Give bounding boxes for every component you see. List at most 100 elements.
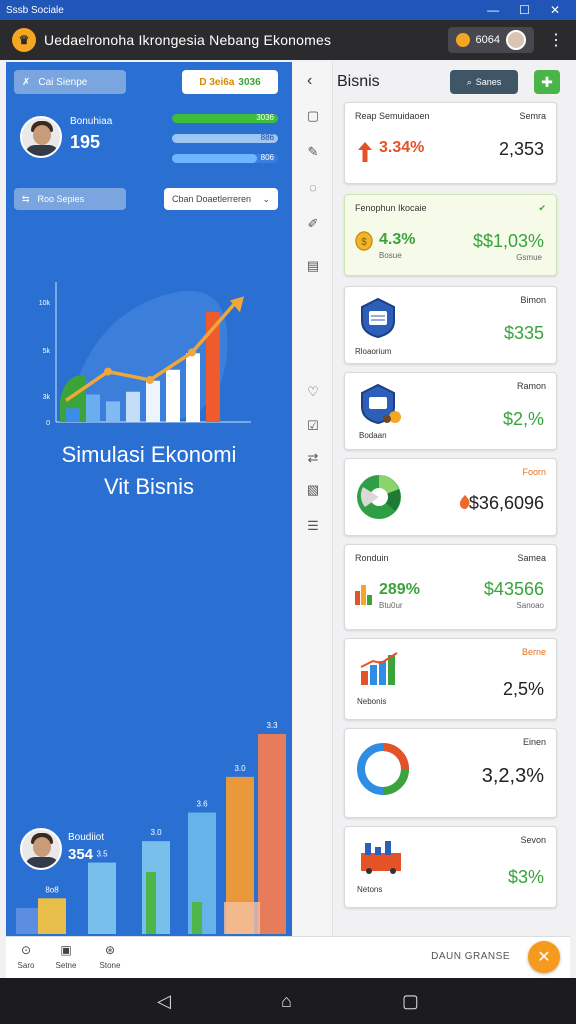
score-prefix: D 3ei6a [199, 76, 235, 88]
user-avatar[interactable] [506, 30, 526, 50]
coin-icon: $ [355, 231, 373, 256]
bar-chart-bottom: 8o8 3.5 3.0 3.6 3.0 3.3 [16, 721, 286, 934]
bottom-toolbar: ⊙ Saro ▣ Setne ⊛ Stone DAUN GRANSE ✕ [6, 936, 570, 978]
panel-icon[interactable]: ▤ [305, 258, 321, 274]
trend-point [146, 376, 154, 384]
card-caption: Rloaorium [355, 347, 392, 356]
bottom-item-label: Stone [99, 961, 121, 970]
back-button[interactable]: ✗ Cai Sienpe [14, 70, 126, 94]
arrow-up-icon [357, 141, 373, 168]
metric-card-8[interactable]: Einen 3,2,3% [344, 728, 557, 818]
close-fab-button[interactable]: ✕ [528, 941, 560, 973]
card-percent: 4.3% [379, 231, 416, 248]
minimize-button[interactable]: — [487, 3, 499, 17]
bottom-item-stone[interactable]: ⊛ Stone [90, 943, 130, 970]
list-icon[interactable]: ☰ [305, 518, 321, 534]
close-button[interactable]: ✕ [550, 3, 560, 17]
profile-avatar[interactable] [20, 116, 62, 158]
y-tick-label: 0 [46, 420, 50, 427]
heart-icon[interactable]: ♡ [305, 384, 321, 400]
app-header: ♛ Uedaelronoha Ikrongesia Nebang Ekonome… [0, 20, 576, 60]
pen-icon[interactable]: ✐ [305, 216, 321, 232]
search-button[interactable]: ⌕ Sanes [450, 70, 518, 94]
collapse-icon[interactable]: ‹ [307, 72, 312, 90]
target-icon: ⊙ [20, 943, 32, 957]
inner-stripe [192, 902, 202, 934]
card-caption: Bodaan [359, 431, 387, 440]
metric-card-4[interactable]: Ramon Bodaan $2,% [344, 372, 557, 450]
profile2-label: Boudiiot [68, 832, 105, 843]
stat-bar-3-label: 806 [260, 153, 274, 162]
scenario-select-value: Cban Doaetlerreren [172, 194, 252, 204]
coin-balance[interactable]: 6064 [447, 27, 534, 53]
shield-icon [359, 297, 397, 344]
square-icon: ▣ [60, 943, 72, 957]
app-logo-icon: ♛ [12, 28, 36, 52]
inner-stripe [146, 872, 156, 934]
card-value: $2,% [502, 409, 544, 429]
maximize-button[interactable]: ☐ [519, 3, 530, 17]
app-title: Uedaelronoha Ikrongesia Nebang Ekonomes [44, 32, 332, 48]
metric-card-5[interactable]: Foorn $36,6096 [344, 458, 557, 536]
card-tag: Semra [519, 111, 546, 121]
stat-bar-1: 3036 [172, 113, 278, 123]
bottom-item-saro[interactable]: ⊙ Saro [6, 943, 46, 970]
business-title: Bisnis [337, 73, 380, 90]
small-box [16, 908, 40, 934]
shop-icon [359, 383, 403, 432]
metric-card-7[interactable]: Berne Nebonis 2,5% [344, 638, 557, 720]
card-title: Fenophun Ikocaie [355, 203, 427, 213]
pencil-icon[interactable]: ✎ [305, 144, 321, 160]
score-value: 3036 [238, 76, 261, 88]
factory-icon [359, 839, 403, 880]
select-tool-icon[interactable]: ▢ [305, 108, 321, 124]
card-title: Reap Semuidaoen [355, 111, 430, 121]
trend-point [104, 367, 112, 376]
card-percent: 289% [379, 581, 420, 598]
profile-label: Bonuhiaa [70, 116, 113, 127]
metric-card-9[interactable]: Sevon Netons $3% [344, 826, 557, 908]
card-value: 3,2,3% [481, 765, 544, 787]
bottom-item-setne[interactable]: ▣ Setne [46, 943, 86, 970]
card-sub-right: Sanoao [516, 601, 544, 610]
swap-icon[interactable]: ⇄ [305, 450, 321, 466]
plus-icon: ✚ [541, 73, 553, 90]
donut-chart-icon [353, 739, 413, 804]
card-tag: Sevon [520, 835, 546, 845]
trend-point [188, 348, 196, 357]
score-button[interactable]: D 3ei6a 3036 [182, 70, 278, 94]
chart-bar [146, 380, 160, 422]
metric-card-2[interactable]: Fenophun Ikocaie ✔ $ 4.3% Bosue $$1,03% … [344, 194, 557, 276]
bar-value-label: 3.5 [96, 850, 108, 859]
card-tag: Einen [522, 737, 546, 747]
swap-icon: ⇆ [22, 193, 30, 204]
growth-chart: 10k 5k 3k 0 [39, 282, 251, 427]
metric-card-6[interactable]: Ronduin Samea 289% Btu0ur $43566 Sanoao [344, 544, 557, 630]
check-icon: ✔ [538, 203, 546, 213]
svg-text:$: $ [361, 237, 367, 248]
repeat-button[interactable]: ⇆ Roo Sepies [14, 188, 126, 210]
card-value: $$1,03% [472, 231, 544, 251]
business-header: Bisnis ⌕ Sanes ✚ [335, 62, 576, 102]
card-percent: 3.34% [379, 139, 425, 156]
bar-value-label: 8o8 [45, 885, 59, 894]
nav-back-icon[interactable]: ◁ [157, 991, 171, 1012]
card-value: $3% [507, 867, 544, 887]
nav-recent-icon[interactable]: ▢ [402, 991, 419, 1012]
nav-home-icon[interactable]: ⌂ [281, 991, 292, 1012]
card-tag: Ramon [516, 381, 546, 391]
metric-card-1[interactable]: Reap Semuidaoen Semra 3.34% 2,353 [344, 102, 557, 184]
add-button[interactable]: ✚ [534, 70, 560, 94]
card-title: Ronduin [355, 553, 389, 563]
scenario-select[interactable]: Cban Doaetlerreren ⌄ [164, 188, 278, 210]
profile2-avatar[interactable] [20, 828, 62, 870]
chart-bar [126, 391, 140, 422]
card-value: $335 [503, 323, 544, 343]
overflow-menu-icon[interactable]: ⋮ [548, 30, 564, 50]
lasso-icon[interactable]: ◌ [305, 180, 321, 196]
grid-icon[interactable]: ▧ [305, 482, 321, 498]
metric-card-3[interactable]: Bimon Rloaorium $335 [344, 286, 557, 364]
y-tick-label: 5k [43, 348, 51, 355]
bar-chart-icon [359, 651, 401, 692]
checkbox-icon[interactable]: ☑ [305, 418, 321, 434]
